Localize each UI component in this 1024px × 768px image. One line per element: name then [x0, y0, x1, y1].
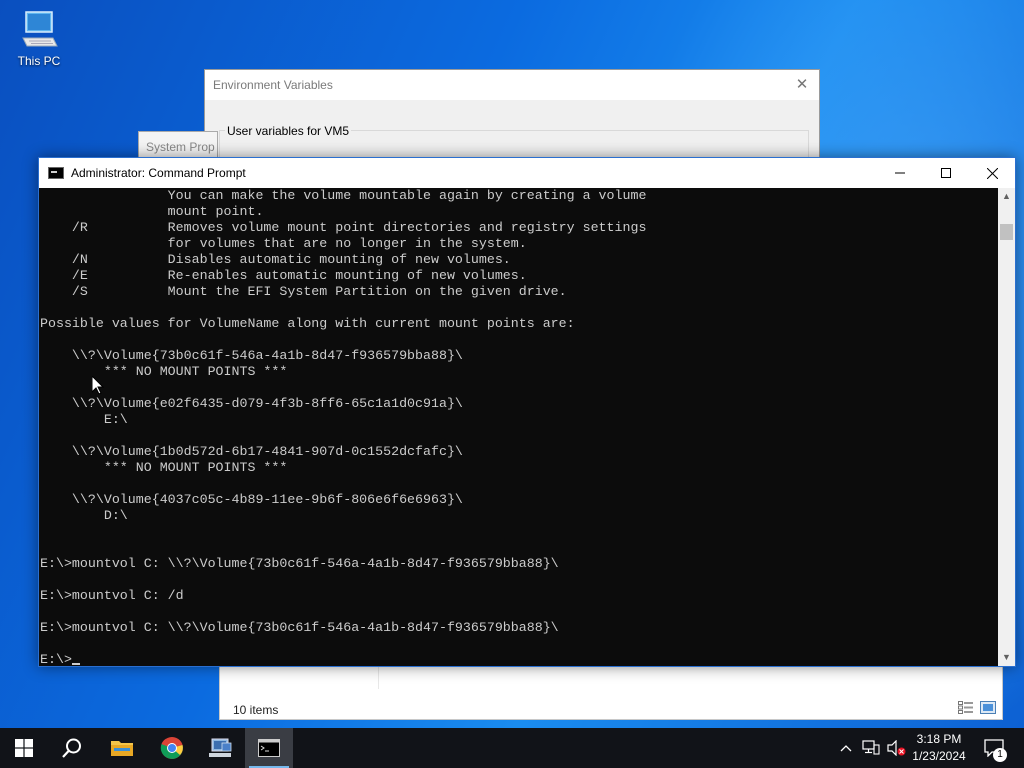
cmd-output-line [40, 332, 999, 348]
maximize-icon [941, 168, 951, 178]
mouse-pointer-icon [91, 374, 105, 395]
cmd-output-line: E:\>mountvol C: \\?\Volume{73b0c61f-546a… [40, 556, 559, 571]
cmd-window-title: Administrator: Command Prompt [71, 166, 246, 180]
cmd-output-line: D:\ [40, 508, 128, 523]
volume-muted-icon [887, 740, 906, 756]
chevron-up-icon: ▲ [1002, 191, 1011, 201]
cmd-output-line: E:\ [40, 412, 128, 427]
notification-count-badge: 1 [993, 748, 1007, 762]
large-icons-view-icon [980, 701, 996, 714]
cmd-console-output[interactable]: You can make the volume mountable again … [39, 188, 999, 666]
cmd-prompt-line[interactable]: E:\> [40, 652, 999, 666]
cmd-output-line: for volumes that are no longer in the sy… [40, 236, 527, 251]
cmd-output-line [40, 540, 999, 556]
start-button[interactable] [0, 728, 48, 768]
minimize-icon [895, 172, 905, 174]
cmd-output-line: *** NO MOUNT POINTS *** [40, 364, 288, 379]
network-icon [862, 740, 880, 755]
text-cursor [71, 663, 80, 665]
chevron-up-icon [840, 745, 852, 752]
system-properties-title: System Prop [146, 140, 215, 154]
details-view-icon [958, 701, 973, 714]
show-hidden-icons-button[interactable] [836, 728, 856, 768]
cmd-output-line [40, 636, 999, 652]
cmd-output-line: mount point. [40, 204, 264, 219]
details-view-button[interactable] [958, 701, 974, 714]
cmd-output-line [40, 524, 999, 540]
cmd-output-line: *** NO MOUNT POINTS *** [40, 460, 288, 475]
user-variables-label: User variables for VM5 [225, 124, 352, 138]
file-explorer-window[interactable]: 10 items [219, 660, 1003, 720]
terminal-icon [48, 167, 64, 179]
scroll-up-button[interactable]: ▲ [998, 188, 1015, 205]
explorer-status-count: 10 items [233, 703, 279, 717]
cmd-output-line: E:\>mountvol C: \\?\Volume{73b0c61f-546a… [40, 620, 559, 635]
minimize-button[interactable] [877, 158, 923, 188]
cmd-output-line: Possible values for VolumeName along wit… [40, 316, 575, 331]
maximize-button[interactable] [923, 158, 969, 188]
cmd-output-line: /S Mount the EFI System Partition on the… [40, 284, 567, 299]
scroll-thumb[interactable] [1000, 224, 1013, 240]
cmd-output-line [40, 604, 999, 620]
chevron-down-icon: ▼ [1002, 652, 1011, 662]
env-window-title: Environment Variables [213, 78, 333, 92]
large-icons-view-button[interactable] [980, 701, 996, 714]
taskbar-network-app[interactable] [196, 728, 244, 768]
taskbar-chrome[interactable] [148, 728, 196, 768]
cmd-output-line: E:\>mountvol C: /d [40, 588, 184, 603]
cmd-output-line: \\?\Volume{1b0d572d-6b17-4841-907d-0c155… [40, 444, 463, 459]
env-close-button[interactable]: ✕ [791, 74, 813, 96]
cmd-output-line [40, 476, 999, 492]
cmd-output-line: \\?\Volume{73b0c61f-546a-4a1b-8d47-f9365… [40, 348, 463, 363]
cmd-lines: You can make the volume mountable again … [40, 188, 999, 652]
cmd-output-line: You can make the volume mountable again … [40, 188, 647, 203]
windows-logo-icon [15, 739, 33, 757]
search-button[interactable] [48, 728, 96, 768]
cmd-output-line: /N Disables automatic mounting of new vo… [40, 252, 511, 267]
taskbar: 3:18 PM 1/23/2024 [0, 728, 1024, 768]
environment-variables-window[interactable]: Environment Variables ✕ User variables f… [204, 69, 820, 170]
chrome-icon [160, 737, 183, 759]
taskbar-file-explorer[interactable] [98, 728, 146, 768]
action-center-button[interactable] [980, 728, 1008, 768]
close-icon: ✕ [795, 76, 809, 93]
computer-network-icon [209, 738, 232, 757]
cmd-output-line: \\?\Volume{4037c05c-4b89-11ee-9b6f-806e6… [40, 492, 463, 507]
cmd-output-line [40, 380, 999, 396]
cmd-output-line: /E Re-enables automatic mounting of new … [40, 268, 527, 283]
folder-icon [111, 741, 133, 756]
close-button[interactable] [969, 158, 1015, 188]
cmd-prompt: E:\> [40, 652, 72, 666]
network-tray-button[interactable] [860, 728, 882, 768]
scroll-down-button[interactable]: ▼ [998, 649, 1015, 666]
command-prompt-window[interactable]: Administrator: Command Prompt You can ma… [38, 157, 1016, 667]
env-titlebar[interactable]: Environment Variables [205, 70, 819, 100]
clock-time: 3:18 PM [916, 732, 962, 746]
search-icon [62, 738, 81, 758]
taskbar-command-prompt[interactable] [245, 728, 293, 768]
cmd-output-line: /R Removes volume mount point directorie… [40, 220, 647, 235]
terminal-icon [258, 739, 280, 757]
desktop-icon-this-pc[interactable]: This PC [10, 8, 68, 68]
cmd-output-line [40, 428, 999, 444]
this-pc-label: This PC [17, 54, 61, 68]
cmd-vertical-scrollbar[interactable]: ▲ ▼ [998, 188, 1015, 666]
close-icon [986, 167, 998, 179]
cmd-output-line: \\?\Volume{e02f6435-d079-4f3b-8ff6-65c1a… [40, 396, 463, 411]
this-pc-icon [17, 8, 61, 52]
clock-date: 1/23/2024 [912, 749, 966, 763]
cmd-output-line [40, 300, 999, 316]
taskbar-clock[interactable]: 3:18 PM 1/23/2024 [904, 731, 974, 765]
cmd-output-line [40, 572, 999, 588]
cmd-titlebar[interactable]: Administrator: Command Prompt [39, 158, 1015, 188]
